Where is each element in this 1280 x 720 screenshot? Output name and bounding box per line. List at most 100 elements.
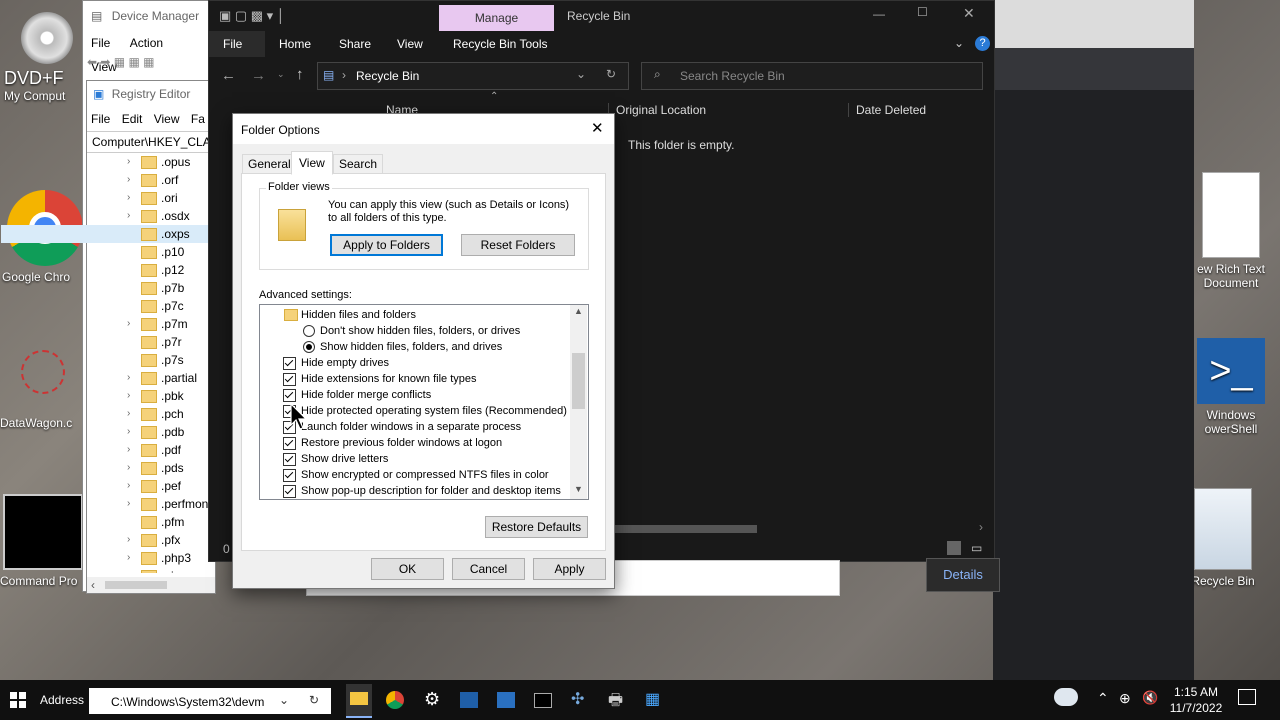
scroll-left-icon[interactable]: ‹: [91, 578, 95, 592]
powershell-taskbar-icon[interactable]: [460, 692, 478, 708]
registry-tree-item[interactable]: › .osdx: [1, 207, 215, 225]
menu-favorites[interactable]: Fa: [187, 107, 209, 131]
advanced-setting-check[interactable]: Show encrypted or compressed NTFS files …: [260, 467, 570, 483]
address-bar[interactable]: ▤ › Recycle Bin ⌄ ↻: [317, 62, 629, 90]
expand-arrow-icon[interactable]: ›: [127, 405, 130, 423]
expand-arrow-icon[interactable]: ›: [127, 171, 130, 189]
taskbar-address-value[interactable]: C:\Windows\System32\devm: [111, 695, 264, 709]
desktop-icon-rich-text[interactable]: ew Rich Text Document: [1188, 172, 1274, 290]
registry-tree-item[interactable]: .pfm: [1, 513, 215, 531]
tab-recycle-bin-tools[interactable]: Recycle Bin Tools: [439, 31, 562, 57]
registry-tree-item[interactable]: › .pds: [1, 459, 215, 477]
expand-arrow-icon[interactable]: ›: [127, 369, 130, 387]
menu-file[interactable]: File: [83, 31, 118, 55]
expand-arrow-icon[interactable]: ›: [127, 441, 130, 459]
column-header-date-deleted[interactable]: Date Deleted: [848, 103, 926, 117]
expand-arrow-icon[interactable]: ›: [127, 459, 130, 477]
back-icon[interactable]: ←: [221, 67, 236, 84]
apply-button[interactable]: Apply: [533, 558, 606, 580]
registry-tree-item[interactable]: › .php3: [1, 549, 215, 567]
expand-arrow-icon[interactable]: ›: [127, 423, 130, 441]
settings-taskbar-icon[interactable]: ⚙: [424, 689, 446, 711]
checkbox[interactable]: [283, 485, 296, 498]
advanced-setting-radio[interactable]: Don't show hidden files, folders, or dri…: [260, 323, 570, 339]
powershell-ise-taskbar-icon[interactable]: [497, 692, 515, 708]
registry-tree-item[interactable]: .p10: [1, 243, 215, 261]
large-icons-view-icon[interactable]: ▭: [971, 541, 982, 555]
radio-button[interactable]: [303, 341, 315, 353]
start-button[interactable]: [10, 692, 26, 708]
ok-button[interactable]: OK: [371, 558, 444, 580]
volume-muted-icon[interactable]: 🔇: [1142, 690, 1158, 706]
network-icon[interactable]: ⊕: [1119, 690, 1131, 707]
tab-file[interactable]: File: [209, 31, 265, 57]
help-icon[interactable]: ?: [975, 36, 990, 51]
registry-tree-item[interactable]: .p7b: [1, 279, 215, 297]
clock[interactable]: 1:15 AM 11/7/2022: [1166, 684, 1226, 716]
advanced-setting-check[interactable]: Restore previous folder windows at logon: [260, 435, 570, 451]
advanced-setting-check[interactable]: Hide empty drives: [260, 355, 570, 371]
checkbox[interactable]: [283, 453, 296, 466]
advanced-settings-list[interactable]: Hidden files and folders Don't show hidde…: [259, 304, 589, 500]
command-prompt-taskbar-icon[interactable]: [534, 693, 552, 708]
ribbon-expand-icon[interactable]: ⌄: [954, 36, 964, 50]
folder-options-taskbar-icon[interactable]: ▦: [645, 689, 667, 711]
registry-hscrollbar[interactable]: ‹: [87, 577, 215, 593]
registry-tree-item[interactable]: .p7r: [1, 333, 215, 351]
cancel-button[interactable]: Cancel: [452, 558, 525, 580]
reset-folders-button[interactable]: Reset Folders: [461, 234, 575, 256]
chrome-taskbar-icon[interactable]: [386, 691, 404, 709]
manage-context-tab[interactable]: Manage: [439, 5, 554, 31]
address-dropdown-icon[interactable]: ⌄: [576, 67, 586, 81]
registry-tree-item[interactable]: › .pdb: [1, 423, 215, 441]
expand-arrow-icon[interactable]: ›: [127, 207, 130, 225]
minimize-icon[interactable]: —: [873, 7, 885, 21]
expand-arrow-icon[interactable]: ›: [127, 549, 130, 567]
checkbox[interactable]: [283, 469, 296, 482]
registry-address-bar[interactable]: Computer\HKEY_CLAS: [87, 131, 215, 153]
expand-arrow-icon[interactable]: ›: [127, 387, 130, 405]
advanced-vscrollbar[interactable]: ▲ ▼: [570, 305, 587, 499]
tab-view[interactable]: View: [383, 31, 437, 57]
tab-home[interactable]: Home: [265, 31, 325, 57]
device-manager-taskbar-icon[interactable]: 🖶: [608, 689, 630, 711]
checkbox[interactable]: [283, 357, 296, 370]
scroll-thumb[interactable]: [572, 353, 585, 409]
advanced-setting-check[interactable]: Show pop-up description for folder and d…: [260, 483, 570, 499]
advanced-setting-radio[interactable]: Show hidden files, folders, and drives: [260, 339, 570, 355]
expand-arrow-icon[interactable]: ›: [127, 315, 130, 333]
tab-view[interactable]: View: [291, 151, 333, 175]
registry-tree-item[interactable]: › .pdf: [1, 441, 215, 459]
details-button[interactable]: Details: [926, 558, 1000, 592]
details-view-icon[interactable]: [947, 541, 961, 555]
breadcrumb[interactable]: Recycle Bin: [356, 69, 419, 83]
scroll-thumb[interactable]: [613, 525, 757, 533]
refresh-icon[interactable]: ↻: [606, 67, 616, 81]
explorer-hscrollbar[interactable]: ›: [609, 520, 989, 536]
registry-tree-item[interactable]: .oxps: [1, 225, 215, 243]
menu-edit[interactable]: Edit: [118, 107, 147, 131]
file-explorer-taskbar-icon[interactable]: [346, 684, 372, 718]
scroll-up-icon[interactable]: ▲: [574, 306, 583, 316]
expand-arrow-icon[interactable]: ›: [127, 153, 130, 171]
search-input[interactable]: Search Recycle Bin: [680, 69, 785, 83]
registry-tree-item[interactable]: .p7c: [1, 297, 215, 315]
scroll-down-icon[interactable]: ▼: [574, 484, 583, 494]
registry-tree-item[interactable]: › .pic: [1, 567, 215, 573]
advanced-setting-check[interactable]: Show drive letters: [260, 451, 570, 467]
go-icon[interactable]: ↻: [309, 693, 319, 707]
registry-tree-item[interactable]: › .pfx: [1, 531, 215, 549]
registry-tree-item[interactable]: › .orf: [1, 171, 215, 189]
recent-locations-icon[interactable]: ⌄: [277, 69, 285, 80]
tab-share[interactable]: Share: [325, 31, 385, 57]
advanced-setting-check[interactable]: Hide folder merge conflicts: [260, 387, 570, 403]
restore-defaults-button[interactable]: Restore Defaults: [485, 516, 588, 538]
up-icon[interactable]: ↑: [296, 66, 304, 83]
checkbox[interactable]: [283, 437, 296, 450]
checkbox[interactable]: [283, 389, 296, 402]
registry-tree-item[interactable]: › .opus: [1, 153, 215, 171]
notifications-icon[interactable]: [1238, 689, 1256, 705]
registry-tree-item[interactable]: .p12: [1, 261, 215, 279]
registry-tree-item[interactable]: .p7s: [1, 351, 215, 369]
expand-arrow-icon[interactable]: ›: [127, 567, 130, 573]
